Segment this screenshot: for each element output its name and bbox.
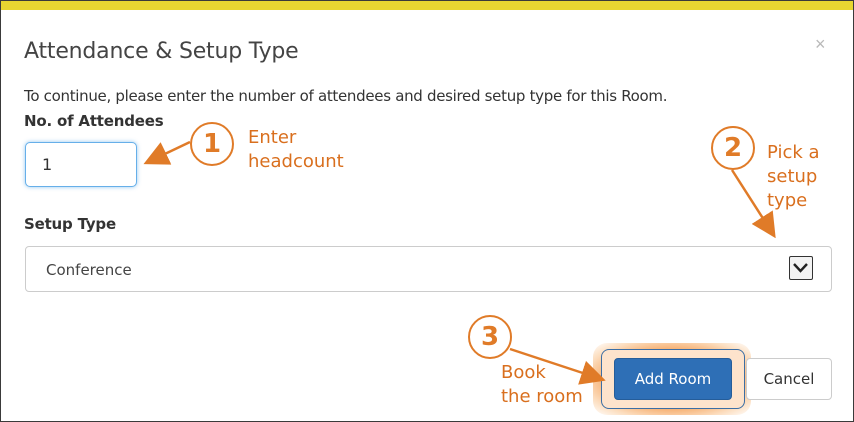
- callout-number-3: 3: [468, 315, 512, 359]
- callout-number-2: 2: [711, 126, 755, 170]
- dialog-window: Attendance & Setup Type × To continue, p…: [0, 0, 854, 422]
- callout-number-1: 1: [190, 122, 234, 166]
- annotation-arrows: [143, 140, 776, 385]
- callout-text-3: Book the room: [501, 362, 583, 407]
- arrow-1: [143, 140, 191, 165]
- callout-text-2: Pick a setup type: [767, 142, 820, 211]
- callout-text-1: Enter headcount: [248, 127, 344, 172]
